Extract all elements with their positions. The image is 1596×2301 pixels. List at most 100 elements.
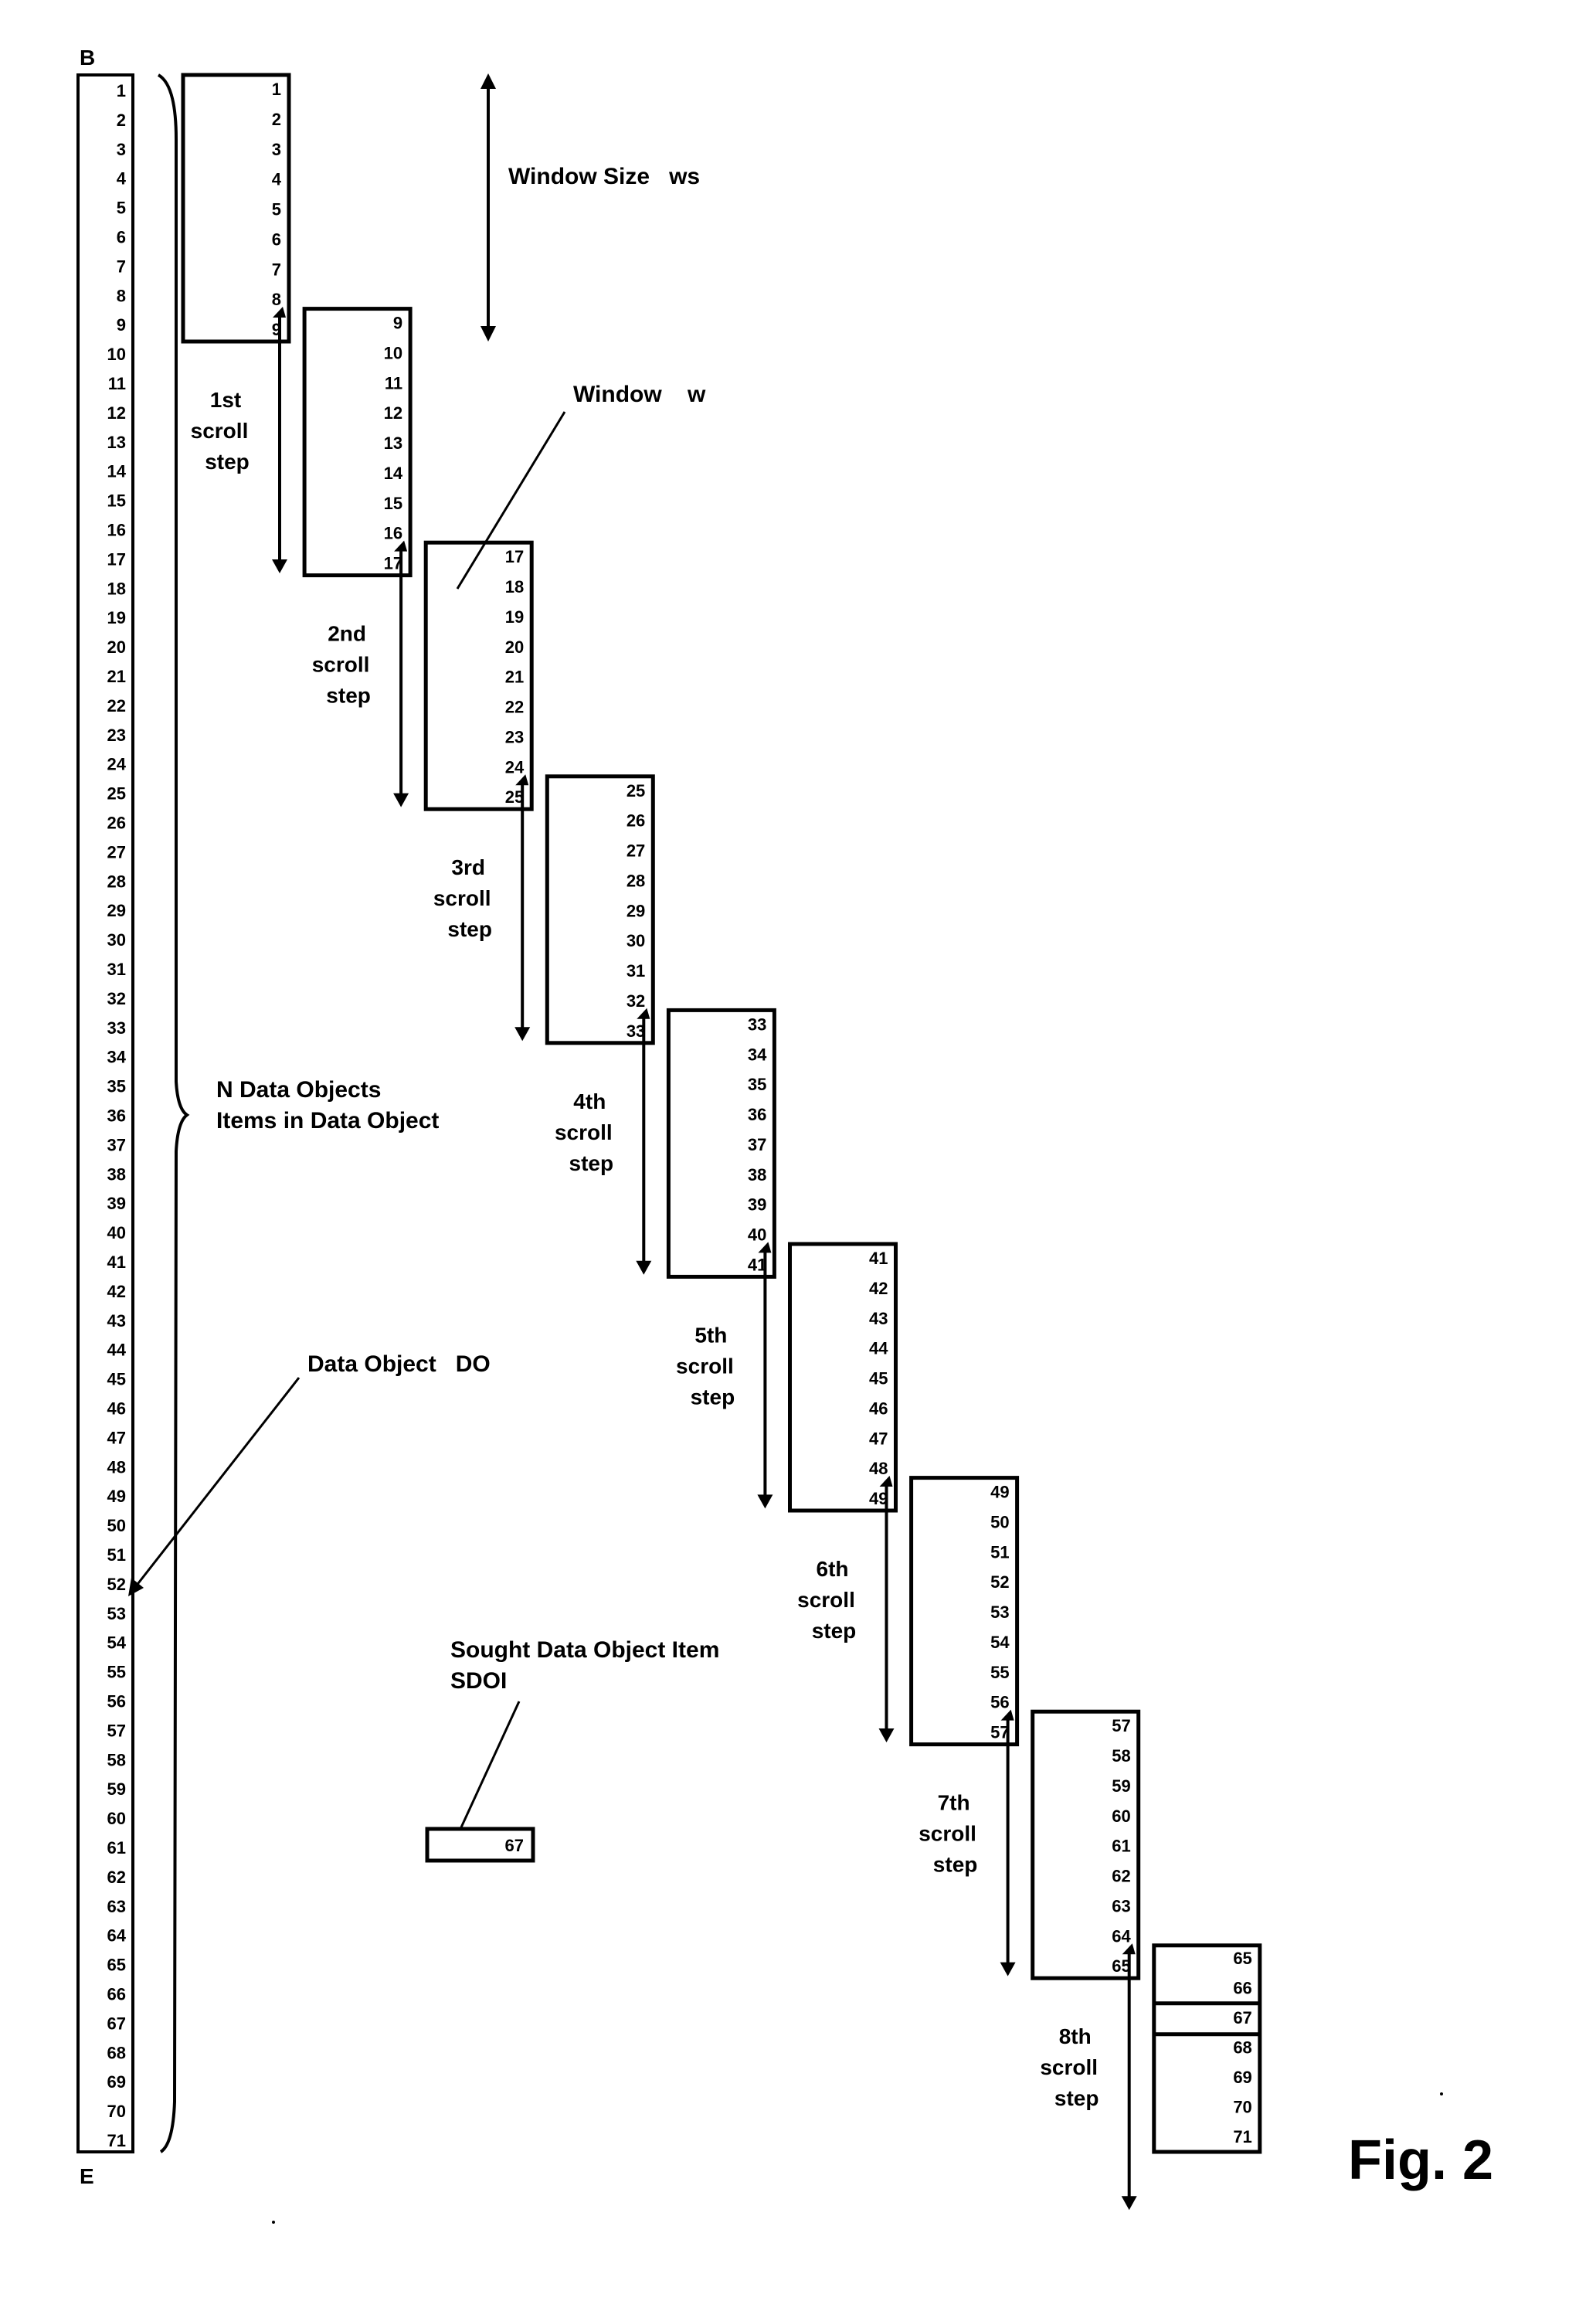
data-object-item: 40 <box>107 1223 126 1242</box>
data-object-item: 45 <box>107 1370 126 1389</box>
window-item: 42 <box>869 1279 888 1298</box>
window-item: 2 <box>272 110 281 129</box>
window-item: 60 <box>1112 1806 1130 1826</box>
scroll-step-ordinal: 8th <box>1059 2024 1092 2048</box>
scroll-step: 2nd scroll step <box>312 540 409 807</box>
scroll-step-word1: scroll <box>1040 2055 1098 2079</box>
end-label: E <box>80 2164 94 2188</box>
window-item: 30 <box>627 931 645 950</box>
data-object-item: 44 <box>107 1341 127 1360</box>
window-item: 70 <box>1233 2097 1251 2116</box>
window-item: 7 <box>272 260 281 279</box>
window-item: 52 <box>990 1572 1009 1592</box>
window-item: 53 <box>990 1603 1009 1622</box>
data-object-item: 49 <box>107 1487 126 1506</box>
scroll-step-word1: scroll <box>555 1120 613 1144</box>
scroll-step: 5th scroll step <box>676 1242 773 1509</box>
window-item: 62 <box>1112 1867 1130 1886</box>
window-item: 15 <box>384 494 402 513</box>
data-object-item: 12 <box>107 403 126 423</box>
data-object-label: Data Object DO <box>307 1351 491 1377</box>
data-object-item: 57 <box>107 1721 126 1740</box>
data-object-item: 39 <box>107 1194 126 1213</box>
data-object-item: 61 <box>107 1838 126 1857</box>
window-item: 69 <box>1233 2068 1251 2087</box>
data-object-item: 50 <box>107 1516 126 1535</box>
data-object-item: 33 <box>107 1018 126 1038</box>
window-item: 22 <box>505 698 524 717</box>
scroll-step: 6th scroll step <box>797 1476 895 1742</box>
data-object-item: 5 <box>117 199 126 218</box>
window: 123456789 <box>181 73 291 344</box>
speck <box>1440 2092 1443 2095</box>
scroll-step-arrow-head <box>393 793 409 807</box>
data-object-item: 52 <box>107 1575 126 1594</box>
window-item: 65 <box>1233 1949 1251 1968</box>
data-object-item: 22 <box>107 696 126 715</box>
brace-label-line1: N Data Objects <box>216 1077 381 1103</box>
window: 575859606162636465 <box>1031 1709 1141 1980</box>
data-object-item: 66 <box>107 1985 126 2004</box>
window: 414243444546474849 <box>788 1242 898 1513</box>
window-size-arrow-up-head <box>480 73 496 89</box>
scroll-step-ordinal: 4th <box>573 1089 606 1113</box>
window-label: Window w <box>573 382 706 407</box>
scroll-step: 3rd scroll step <box>433 774 531 1042</box>
window-item: 40 <box>748 1225 766 1245</box>
data-object-item: 25 <box>107 784 126 804</box>
scroll-step-word1: scroll <box>676 1354 734 1378</box>
scroll-step-ordinal: 6th <box>817 1557 849 1581</box>
data-object-item-numbers: 1234567891011121314151617181920212223242… <box>107 81 127 2150</box>
window-item: 14 <box>384 464 403 483</box>
window-item: 50 <box>990 1512 1009 1531</box>
window-item: 36 <box>748 1105 766 1124</box>
data-object-item: 43 <box>107 1311 126 1331</box>
window-item: 71 <box>1233 2127 1251 2146</box>
data-object-item: 71 <box>107 2131 126 2150</box>
data-object-item: 3 <box>117 140 126 159</box>
data-object-item: 28 <box>107 872 126 891</box>
data-object-item: 31 <box>107 960 126 979</box>
data-object-item: 9 <box>117 315 126 335</box>
window-item: 28 <box>627 871 645 890</box>
data-object-item: 51 <box>107 1545 126 1565</box>
scroll-step-word1: scroll <box>919 1822 976 1846</box>
data-object-item: 18 <box>107 579 126 598</box>
data-object-item: 13 <box>107 433 126 452</box>
scroll-step-arrow-head <box>757 1494 773 1509</box>
window-item: 59 <box>1112 1776 1130 1796</box>
window-item: 21 <box>505 668 524 687</box>
window-item: 10 <box>384 343 402 362</box>
data-object-item: 14 <box>107 462 127 481</box>
brace <box>157 73 190 2153</box>
scroll-step-word2: step <box>933 1853 978 1877</box>
data-object-item: 15 <box>107 491 126 511</box>
data-object-item: 70 <box>107 2102 126 2121</box>
window-item: 9 <box>393 314 402 333</box>
data-object-item: 10 <box>107 345 126 364</box>
data-object-item: 23 <box>107 726 126 745</box>
window-item: 54 <box>990 1633 1010 1652</box>
window-size-arrow-down-head <box>480 326 496 342</box>
window-item: 46 <box>869 1399 888 1418</box>
data-object-item: 1 <box>117 81 126 100</box>
scroll-step-arrow-head <box>1121 2196 1137 2211</box>
brace-label-line2: Items in Data Object <box>216 1108 439 1134</box>
data-object-item: 17 <box>107 549 126 569</box>
window-item: 8 <box>272 290 281 309</box>
speck <box>272 2221 275 2224</box>
window-item: 18 <box>505 577 524 596</box>
scroll-step: 8th scroll step <box>1040 1943 1137 2211</box>
scroll-step-word1: scroll <box>191 419 249 443</box>
data-object-item: 38 <box>107 1164 126 1184</box>
data-object-item: 60 <box>107 1809 126 1828</box>
data-object-item: 58 <box>107 1750 126 1769</box>
window-item: 41 <box>869 1249 888 1268</box>
data-object-item: 4 <box>117 169 127 189</box>
data-object-item: 36 <box>107 1106 126 1126</box>
window-item: 43 <box>869 1309 888 1328</box>
data-object-item: 48 <box>107 1457 126 1477</box>
window-item: 64 <box>1112 1926 1131 1946</box>
begin-label: B <box>80 46 95 70</box>
window-item: 61 <box>1112 1837 1130 1856</box>
